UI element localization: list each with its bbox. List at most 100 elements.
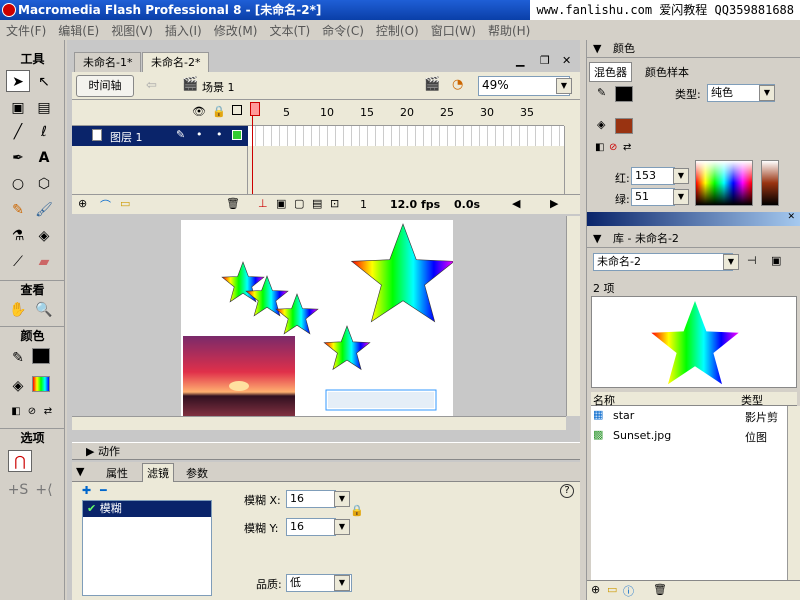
delete-icon[interactable]: 🗑	[653, 583, 667, 596]
zoom-tool-icon[interactable]: 🔍	[32, 298, 56, 320]
ink-bottle-tool-icon[interactable]: ⚗	[6, 224, 30, 246]
subselection-tool-icon[interactable]: ↖	[32, 70, 56, 92]
line-tool-icon[interactable]: ╱	[6, 120, 30, 142]
back-arrow-icon[interactable]: ⇦	[146, 78, 157, 93]
stage-canvas[interactable]	[181, 220, 456, 416]
oval-tool-icon[interactable]: ○	[6, 172, 30, 194]
timeline-scrollbar[interactable]	[564, 126, 578, 198]
smooth-icon[interactable]: +S	[6, 478, 30, 500]
minimize-icon[interactable]: ▁	[516, 54, 524, 67]
new-library-icon[interactable]: ▣	[771, 254, 781, 267]
center-frame-icon[interactable]: ⊥	[258, 197, 268, 210]
eyedropper-tool-icon[interactable]: ⟋	[6, 250, 30, 272]
lock-dot-icon[interactable]: •	[216, 128, 223, 141]
tab-mixer[interactable]: 混色器	[589, 62, 632, 82]
menu-text[interactable]: 文本(T)	[263, 22, 316, 39]
mixer-fill-swatch[interactable]	[615, 118, 633, 134]
tab-swatches[interactable]: 颜色样本	[645, 64, 689, 80]
pin-library-icon[interactable]: ⊣	[747, 254, 757, 267]
frame-ruler[interactable]: 1 5 10 15 20 25 30 35	[248, 100, 564, 126]
frame-cells[interactable]	[248, 126, 564, 146]
edit-multiple-icon[interactable]: ▤	[312, 197, 322, 210]
lasso-tool-icon[interactable]: ℓ	[32, 120, 56, 142]
edit-symbols-icon[interactable]: ◔	[452, 77, 463, 92]
mixer-swap-icon[interactable]: ⇄	[623, 142, 631, 153]
mixer-stroke-swatch[interactable]	[615, 86, 633, 102]
color-panel-header[interactable]: ▼ 颜色	[587, 40, 800, 58]
color-spectrum[interactable]	[695, 160, 753, 206]
menu-insert[interactable]: 插入(I)	[159, 22, 208, 39]
edit-scene-icon[interactable]: 🎬	[424, 77, 440, 92]
restore-icon[interactable]: ❐	[540, 54, 550, 67]
menu-edit[interactable]: 编辑(E)	[52, 22, 105, 39]
tab-filters[interactable]: 滤镜	[142, 463, 174, 483]
collapse-arrow-icon[interactable]: ▼	[76, 465, 84, 478]
menu-control[interactable]: 控制(O)	[370, 22, 425, 39]
frame-rate[interactable]: 12.0 fps	[390, 198, 440, 211]
modify-markers-icon[interactable]: ⊡	[330, 197, 339, 210]
green-field[interactable]: 51	[631, 188, 675, 206]
menu-file[interactable]: 文件(F)	[0, 22, 52, 39]
delete-layer-icon[interactable]: 🗑	[226, 197, 240, 210]
library-star[interactable]	[651, 301, 739, 385]
straighten-icon[interactable]: +⟨	[32, 478, 56, 500]
stage-hscroll[interactable]	[72, 416, 566, 430]
tab-properties[interactable]: 属性	[106, 465, 128, 481]
add-filter-icon[interactable]: ✚	[82, 484, 91, 497]
fill-color-swatch[interactable]	[32, 376, 50, 392]
tab-parameters[interactable]: 参数	[186, 465, 208, 481]
star-instance[interactable]	[323, 325, 371, 371]
library-panel-header[interactable]: ▼ 库 - 未命名-2	[587, 230, 800, 248]
star-instance[interactable]	[350, 223, 456, 323]
properties-icon[interactable]: ⓘ	[623, 583, 634, 599]
selection-tool-icon[interactable]: ➤	[6, 70, 30, 92]
blur-y-dropdown-icon[interactable]: ▼	[334, 519, 350, 535]
red-field[interactable]: 153	[631, 167, 675, 185]
brightness-slider[interactable]	[761, 160, 779, 206]
brush-tool-icon[interactable]: 🖌	[32, 198, 56, 220]
panel-close-icon[interactable]: ✕	[787, 212, 795, 222]
fill-transform-tool-icon[interactable]: ▤	[32, 96, 56, 118]
menu-window[interactable]: 窗口(W)	[425, 22, 482, 39]
library-doc-dropdown-icon[interactable]: ▼	[723, 254, 739, 270]
timeline-toggle-button[interactable]: 时间轴	[76, 75, 134, 97]
blur-x-field[interactable]: 16	[286, 490, 336, 508]
new-symbol-icon[interactable]: ⊕	[591, 583, 600, 596]
playhead-handle[interactable]	[250, 102, 260, 116]
collapsed-panel-bar[interactable]: ✕	[587, 212, 800, 226]
swap-colors-icon[interactable]: ⇄	[36, 400, 60, 422]
red-dropdown-icon[interactable]: ▼	[673, 168, 689, 184]
library-item-name[interactable]: Sunset.jpg	[613, 429, 671, 442]
blur-y-field[interactable]: 16	[286, 518, 336, 536]
text-tool-icon[interactable]: A	[32, 146, 56, 168]
close-doc-icon[interactable]: ✕	[562, 54, 571, 67]
add-folder-icon[interactable]: ▭	[120, 197, 130, 210]
stroke-color-swatch[interactable]	[32, 348, 50, 364]
mixer-nocolor-icon[interactable]: ⊘	[609, 142, 617, 153]
sunset-bitmap[interactable]	[183, 336, 295, 416]
green-dropdown-icon[interactable]: ▼	[673, 189, 689, 205]
scroll-right-icon[interactable]: ▶	[550, 197, 558, 210]
menu-commands[interactable]: 命令(C)	[316, 22, 370, 39]
visible-dot-icon[interactable]: •	[196, 128, 203, 141]
library-row[interactable]: ▩ Sunset.jpg 位图	[591, 426, 787, 446]
add-guide-layer-icon[interactable]: ⌒	[100, 197, 111, 213]
layer-row[interactable]: 图层 1 ✎ • •	[72, 126, 248, 146]
layer-name[interactable]: 图层 1	[110, 129, 143, 145]
onion-skin-icon[interactable]: ▣	[276, 197, 286, 210]
scroll-left-icon[interactable]: ◀	[512, 197, 520, 210]
outline-icon[interactable]	[232, 105, 242, 115]
polystar-tool-icon[interactable]: ⬡	[32, 172, 56, 194]
paint-bucket-tool-icon[interactable]: ◈	[32, 224, 56, 246]
library-row[interactable]: ▦ star 影片剪	[591, 406, 787, 426]
help-icon[interactable]: ?	[560, 484, 574, 498]
pen-tool-icon[interactable]: ✒	[6, 146, 30, 168]
zoom-dropdown-icon[interactable]: ▼	[556, 78, 572, 94]
menu-modify[interactable]: 修改(M)	[208, 22, 264, 39]
mixer-bw-icon[interactable]: ◧	[595, 142, 604, 153]
library-item-name[interactable]: star	[613, 409, 634, 422]
eraser-tool-icon[interactable]: ▰	[32, 250, 56, 272]
blur-x-dropdown-icon[interactable]: ▼	[334, 491, 350, 507]
library-scrollbar[interactable]	[787, 406, 800, 580]
hand-tool-icon[interactable]: ✋	[6, 298, 30, 320]
